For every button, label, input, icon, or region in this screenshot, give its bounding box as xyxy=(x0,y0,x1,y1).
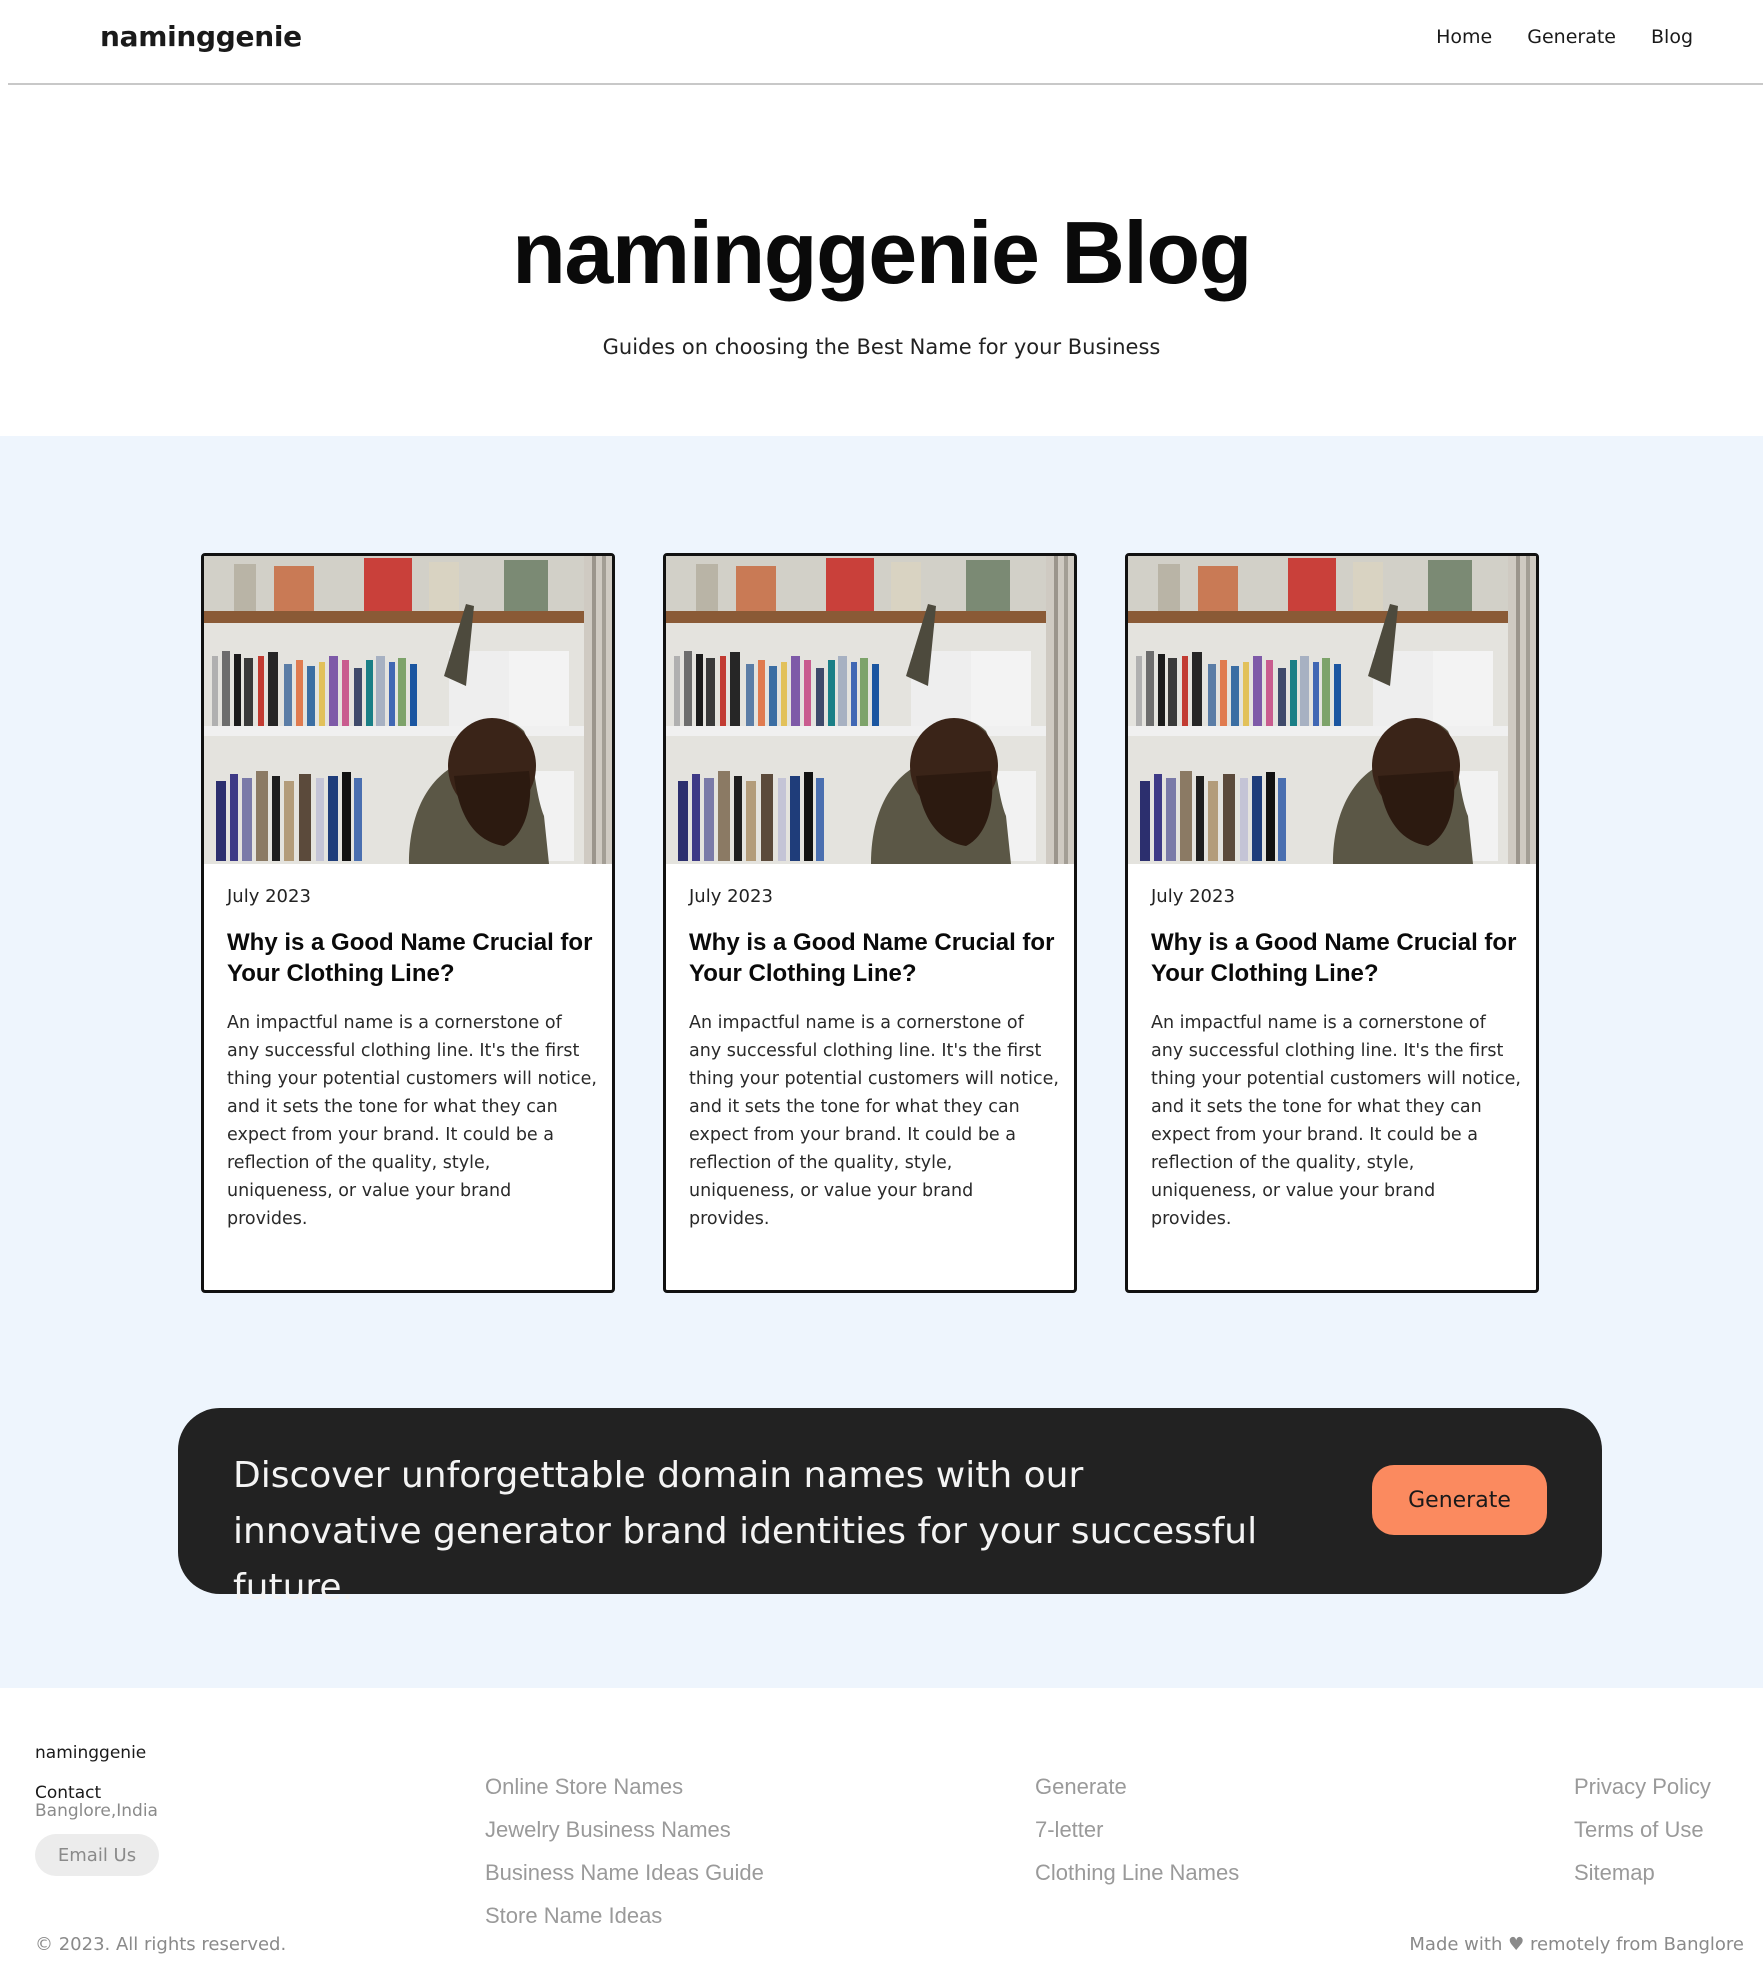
footer-link-jewelry-business-names[interactable]: Jewelry Business Names xyxy=(485,1816,764,1843)
blog-card[interactable]: July 2023 Why is a Good Name Crucial for… xyxy=(663,553,1077,1293)
footer-link-7-letter[interactable]: 7-letter xyxy=(1035,1816,1239,1843)
blog-card-date: July 2023 xyxy=(1151,886,1235,907)
footer-links-legal: Privacy Policy Terms of Use Sitemap xyxy=(1574,1773,1711,1886)
page-title: naminggenie Blog xyxy=(512,203,1252,302)
footer-location: Banglore,India xyxy=(35,1801,158,1821)
bookshelf-photo xyxy=(666,556,1074,864)
footer-link-terms-of-use[interactable]: Terms of Use xyxy=(1574,1816,1711,1843)
bookshelf-photo xyxy=(204,556,612,864)
blog-card[interactable]: July 2023 Why is a Good Name Crucial for… xyxy=(201,553,615,1293)
nav-home-link[interactable]: Home xyxy=(1436,26,1492,48)
site-logo[interactable]: naminggenie xyxy=(100,20,302,53)
footer-link-online-store-names[interactable]: Online Store Names xyxy=(485,1773,764,1800)
email-us-button[interactable]: Email Us xyxy=(35,1834,159,1876)
page-subtitle: Guides on choosing the Best Name for you… xyxy=(602,335,1161,359)
footer-links-generators: Generate 7-letter Clothing Line Names xyxy=(1035,1773,1239,1886)
footer-contact-label: Contact xyxy=(35,1783,102,1803)
blog-card-title[interactable]: Why is a Good Name Crucial for Your Clot… xyxy=(1151,927,1521,989)
nav-generate-link[interactable]: Generate xyxy=(1527,26,1616,48)
blog-section: July 2023 Why is a Good Name Crucial for… xyxy=(0,436,1763,1688)
footer-link-store-name-ideas[interactable]: Store Name Ideas xyxy=(485,1902,764,1929)
footer-link-business-name-ideas-guide[interactable]: Business Name Ideas Guide xyxy=(485,1859,764,1886)
footer-link-sitemap[interactable]: Sitemap xyxy=(1574,1859,1711,1886)
blog-card-excerpt: An impactful name is a cornerstone of an… xyxy=(689,1013,1059,1229)
site-header: naminggenie Home Generate Blog xyxy=(8,0,1763,85)
blog-card-date: July 2023 xyxy=(689,886,773,907)
blog-card-date: July 2023 xyxy=(227,886,311,907)
bookshelf-photo xyxy=(1128,556,1536,864)
blog-card-excerpt: An impactful name is a cornerstone of an… xyxy=(1151,1013,1521,1229)
footer-brand[interactable]: naminggenie xyxy=(35,1743,146,1763)
blog-card-title[interactable]: Why is a Good Name Crucial for Your Clot… xyxy=(689,927,1059,989)
blog-card[interactable]: July 2023 Why is a Good Name Crucial for… xyxy=(1125,553,1539,1293)
footer-links-names: Online Store Names Jewelry Business Name… xyxy=(485,1773,764,1929)
blog-card-title[interactable]: Why is a Good Name Crucial for Your Clot… xyxy=(227,927,597,989)
blog-card-excerpt: An impactful name is a cornerstone of an… xyxy=(227,1013,597,1229)
footer-link-clothing-line-names[interactable]: Clothing Line Names xyxy=(1035,1859,1239,1886)
main-nav: Home Generate Blog xyxy=(1436,26,1693,48)
blog-card-image xyxy=(666,556,1074,864)
blog-card-image xyxy=(1128,556,1536,864)
footer-link-generate[interactable]: Generate xyxy=(1035,1773,1239,1800)
blog-card-image xyxy=(204,556,612,864)
nav-blog-link[interactable]: Blog xyxy=(1651,26,1693,48)
copyright-text: © 2023. All rights reserved. xyxy=(35,1934,287,1955)
cta-banner: Discover unforgettable domain names with… xyxy=(178,1408,1602,1608)
site-footer: naminggenie Contact Banglore,India Email… xyxy=(0,1688,1763,1979)
made-with-text: Made with ♥ remotely from Banglore xyxy=(1409,1934,1744,1955)
footer-link-privacy-policy[interactable]: Privacy Policy xyxy=(1574,1773,1711,1800)
hero-section: naminggenie Blog Guides on choosing the … xyxy=(0,87,1763,436)
generate-button[interactable]: Generate xyxy=(1372,1465,1547,1535)
cta-text: Discover unforgettable domain names with… xyxy=(233,1455,1258,1608)
